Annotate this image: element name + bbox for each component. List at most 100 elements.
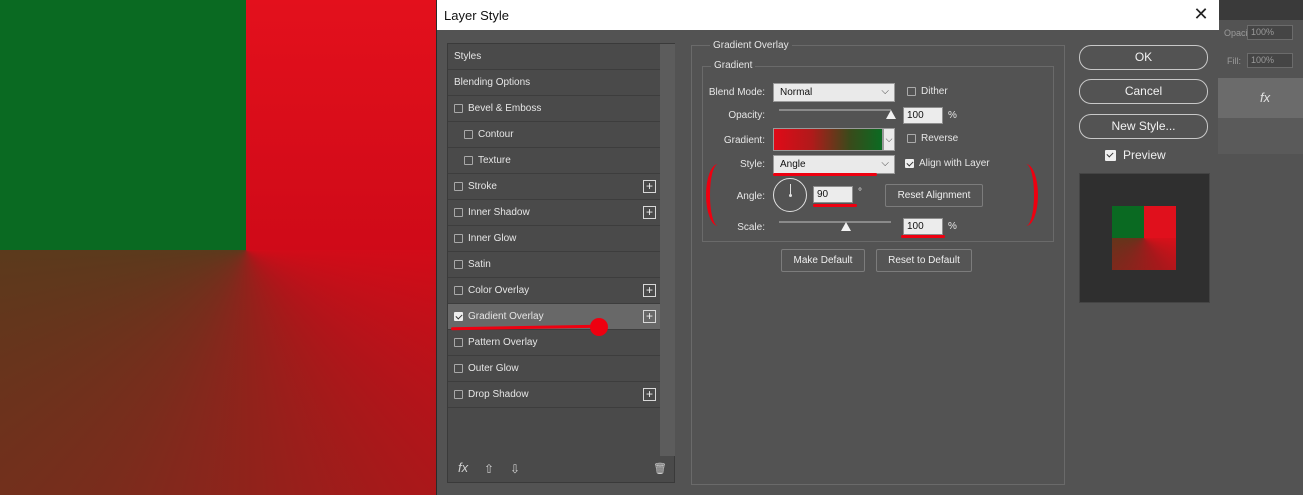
- styles-list: Styles Blending Options Bevel & Emboss Cont…: [447, 43, 675, 483]
- cancel-button[interactable]: Cancel: [1079, 79, 1208, 104]
- layers-fill-field[interactable]: 100%: [1247, 53, 1293, 68]
- style-item-drop-shadow[interactable]: Drop Shadow +: [448, 382, 660, 408]
- dialog-titlebar: Layer Style ✕: [437, 0, 1219, 30]
- scale-slider-track[interactable]: [779, 221, 891, 223]
- scale-input[interactable]: 100: [903, 218, 943, 235]
- align-with-layer-checkbox[interactable]: [905, 159, 914, 168]
- style-checkbox[interactable]: [454, 390, 463, 399]
- blend-mode-select[interactable]: Normal ⌵: [773, 83, 895, 102]
- blend-mode-value: Normal: [780, 87, 813, 98]
- style-item-bevel-emboss[interactable]: Bevel & Emboss: [448, 96, 660, 122]
- layer-fx-icon: fx: [1260, 90, 1271, 105]
- style-item-pattern-overlay[interactable]: Pattern Overlay: [448, 330, 660, 356]
- scale-unit: %: [948, 221, 957, 232]
- add-icon[interactable]: +: [643, 206, 656, 219]
- opacity-label: Opacity:: [728, 110, 765, 121]
- blend-mode-label: Blend Mode:: [708, 87, 765, 98]
- move-down-icon[interactable]: ⇩: [510, 462, 520, 476]
- reset-to-default-button[interactable]: Reset to Default: [876, 249, 972, 272]
- scale-slider-thumb[interactable]: [841, 222, 852, 231]
- dither-checkbox[interactable]: [907, 87, 916, 96]
- chevron-down-icon: ⌵: [881, 158, 889, 169]
- annotation-mark: [590, 318, 608, 336]
- layer-row[interactable]: [1218, 118, 1303, 154]
- style-item-blending-options[interactable]: Blending Options: [448, 70, 660, 96]
- add-icon[interactable]: +: [643, 284, 656, 297]
- angle-dial[interactable]: [773, 178, 807, 212]
- add-icon[interactable]: +: [643, 310, 656, 323]
- style-checkbox[interactable]: [454, 234, 463, 243]
- style-checkbox[interactable]: [454, 286, 463, 295]
- style-checkbox[interactable]: [454, 312, 463, 321]
- style-checkbox[interactable]: [464, 130, 473, 139]
- ok-button[interactable]: OK: [1079, 45, 1208, 70]
- reset-alignment-button[interactable]: Reset Alignment: [885, 184, 983, 207]
- close-icon[interactable]: ✕: [1191, 4, 1211, 24]
- style-item-styles[interactable]: Styles: [448, 44, 660, 70]
- make-default-button[interactable]: Make Default: [781, 249, 865, 272]
- style-item-label: Color Overlay: [468, 285, 530, 296]
- reverse-checkbox[interactable]: [907, 134, 916, 143]
- style-item-label: Stroke: [468, 181, 497, 192]
- opacity-slider-thumb[interactable]: [886, 110, 896, 119]
- gradient-overlay-panel: Gradient Overlay Gradient Blend Mode: No…: [691, 40, 1065, 485]
- dialog-title: Layer Style: [444, 8, 510, 23]
- style-checkbox[interactable]: [454, 208, 463, 217]
- style-checkbox[interactable]: [454, 260, 463, 269]
- add-icon[interactable]: +: [643, 388, 656, 401]
- gradient-dropdown-icon[interactable]: ⌵: [883, 128, 895, 151]
- angle-input[interactable]: 90: [813, 186, 853, 203]
- style-item-inner-glow[interactable]: Inner Glow: [448, 226, 660, 252]
- style-value: Angle: [780, 159, 806, 170]
- layers-panel: Opacity: 100% Fill: 100% fx: [1218, 0, 1303, 495]
- style-item-texture[interactable]: Texture: [448, 148, 660, 174]
- style-item-contour[interactable]: Contour: [448, 122, 660, 148]
- layer-style-dialog: Layer Style ✕ Styles Blending Options Beve…: [436, 0, 1219, 495]
- layers-opacity-field[interactable]: 100%: [1247, 25, 1293, 40]
- group-title: Gradient: [711, 60, 756, 71]
- style-item-outer-glow[interactable]: Outer Glow: [448, 356, 660, 382]
- layers-fill-label: Fill:: [1227, 56, 1241, 66]
- style-item-label: Outer Glow: [468, 363, 519, 374]
- style-item-label: Inner Shadow: [468, 207, 530, 218]
- angle-unit: °: [858, 187, 862, 198]
- style-select[interactable]: Angle ⌵: [773, 155, 895, 174]
- annotation-underline: [773, 173, 877, 176]
- move-up-icon[interactable]: ⇧: [484, 462, 494, 476]
- dither-label: Dither: [921, 86, 948, 97]
- section-title: Gradient Overlay: [710, 40, 792, 51]
- document-canvas: [0, 0, 436, 495]
- annotation-bracket-right: [1014, 164, 1038, 226]
- add-icon[interactable]: +: [643, 180, 656, 193]
- style-checkbox[interactable]: [464, 156, 473, 165]
- trash-icon[interactable]: 🗑: [653, 462, 667, 475]
- style-label: Style:: [739, 159, 765, 170]
- style-checkbox[interactable]: [454, 182, 463, 191]
- annotation-bracket-left: [706, 164, 730, 226]
- style-item-inner-shadow[interactable]: Inner Shadow +: [448, 200, 660, 226]
- canvas-red-quadrant: [246, 0, 436, 250]
- fx-icon[interactable]: fx: [458, 460, 468, 475]
- style-item-stroke[interactable]: Stroke +: [448, 174, 660, 200]
- style-item-label: Bevel & Emboss: [468, 103, 542, 114]
- style-item-label: Inner Glow: [468, 233, 517, 244]
- style-item-satin[interactable]: Satin: [448, 252, 660, 278]
- reverse-label: Reverse: [921, 133, 959, 144]
- style-checkbox[interactable]: [454, 364, 463, 373]
- styles-list-scrollbar[interactable]: [660, 44, 675, 456]
- canvas-green-quadrant: [0, 0, 246, 250]
- styles-list-footer: fx ⇧ ⇩ 🗑: [448, 456, 674, 482]
- style-item-label: Pattern Overlay: [468, 337, 538, 348]
- new-style-button[interactable]: New Style...: [1079, 114, 1208, 139]
- scale-label: Scale:: [737, 222, 765, 233]
- style-checkbox[interactable]: [454, 104, 463, 113]
- style-item-label: Drop Shadow: [468, 389, 529, 400]
- opacity-slider-track[interactable]: [779, 109, 891, 111]
- preview-label: Preview: [1123, 148, 1166, 162]
- style-checkbox[interactable]: [454, 338, 463, 347]
- gradient-group: Gradient Blend Mode: Normal ⌵ Dither Opa…: [702, 60, 1054, 242]
- opacity-input[interactable]: 100: [903, 107, 943, 124]
- preview-checkbox[interactable]: [1105, 150, 1116, 161]
- style-item-color-overlay[interactable]: Color Overlay +: [448, 278, 660, 304]
- gradient-swatch[interactable]: [773, 128, 883, 151]
